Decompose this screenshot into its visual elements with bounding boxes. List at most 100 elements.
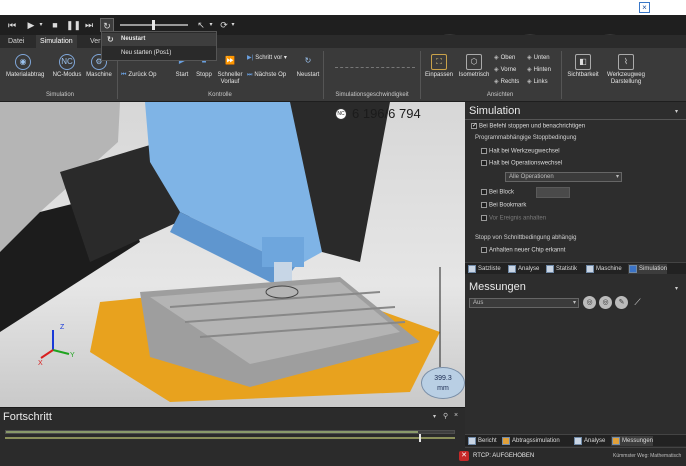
group-title-program-stop: Programmabhängige Stoppbedingung: [475, 135, 577, 141]
menu-item-restart[interactable]: ↻ Neustart: [102, 33, 216, 46]
block-checkbox[interactable]: Bei Block: [481, 189, 514, 196]
op-change-checkbox[interactable]: Halt bei Operationswechsel: [481, 160, 562, 167]
top-view-button[interactable]: ◈ Oben: [494, 54, 515, 62]
cursor-icon[interactable]: ↖: [196, 18, 206, 32]
skip-forward-icon[interactable]: ⏭: [83, 18, 95, 32]
toolpath-display-button[interactable]: ⌇ Werkzeugweg Darstellung: [604, 54, 648, 86]
back-op-button[interactable]: ⏮ Zurück Op: [121, 71, 156, 79]
panel-menu-icon[interactable]: ▾: [675, 285, 678, 292]
list-icon: [468, 265, 476, 273]
close-panel-icon[interactable]: ×: [454, 412, 458, 419]
tab-datei[interactable]: Datei: [4, 35, 28, 48]
cube-icon: ◈: [494, 55, 499, 61]
left-view-button[interactable]: ◈ Links: [527, 78, 548, 86]
statistics-icon: [546, 265, 554, 273]
visibility-button[interactable]: ◧ Sichtbarkeit: [563, 54, 603, 79]
cube-icon: ◈: [527, 79, 532, 85]
menu-item-restart-pos1[interactable]: Neu starten (Pos1): [102, 47, 216, 60]
material-removal-button[interactable]: ◉ Materialabtrag: [6, 54, 44, 79]
step-forward-icon: ▶|: [247, 55, 254, 61]
skip-back-icon[interactable]: ⏮: [6, 18, 18, 32]
tab-analyse-2[interactable]: Analyse: [573, 436, 605, 446]
restart-icon[interactable]: ↻: [100, 18, 114, 32]
group-separator: [420, 51, 421, 99]
axis-x-label: X: [38, 360, 43, 367]
visibility-icon: ◧: [575, 54, 591, 70]
restart-icon: ↻: [304, 56, 312, 65]
bottom-view-button[interactable]: ◈ Unten: [527, 54, 550, 62]
progress-marker[interactable]: [419, 434, 421, 442]
tab-bericht[interactable]: Bericht: [467, 436, 497, 446]
nc-mode-button[interactable]: NC NC-Modus: [50, 54, 84, 79]
play-dropdown-icon[interactable]: ▾: [38, 18, 44, 32]
close-icon[interactable]: ×: [639, 2, 650, 13]
bookmark-checkbox[interactable]: Bei Bookmark: [481, 202, 526, 209]
measure-point-icon[interactable]: ◎: [583, 296, 596, 309]
progress-track: [5, 430, 455, 434]
restart-dropdown-menu: ↻ Neustart Neu starten (Pos1): [101, 31, 217, 61]
pause-icon[interactable]: ❚❚: [66, 18, 81, 32]
refresh-icon[interactable]: ⟳: [219, 18, 229, 32]
tab-simulation[interactable]: Simulation: [36, 35, 77, 48]
group-label-simulation: Simulation: [45, 92, 74, 98]
cube-icon: ◈: [494, 67, 499, 73]
tab-maschine[interactable]: Maschine: [585, 264, 622, 274]
tab-abtragssimulation[interactable]: Abtragssimulation: [501, 436, 560, 446]
cube-icon: ◈: [494, 79, 499, 85]
cursor-dropdown-icon[interactable]: ▾: [208, 18, 214, 32]
tab-analyse[interactable]: Analyse: [507, 264, 539, 274]
event-checkbox[interactable]: Vor Ereignis anhalten: [481, 215, 546, 222]
panel-menu-icon[interactable]: ▾: [433, 413, 436, 420]
right-panel: Simulation ▾ ✓ Bei Befehl stoppen und ben…: [465, 102, 686, 466]
pin-icon[interactable]: ⚲: [443, 412, 448, 420]
group-label-kontrolle: Kontrolle: [208, 92, 232, 98]
tool-change-checkbox[interactable]: Halt bei Werkzeugwechsel: [481, 148, 560, 155]
measurement-mode-select[interactable]: Aus ▾: [469, 298, 579, 308]
analysis-icon: [574, 437, 582, 445]
fast-forward-button[interactable]: ⏩ Schneller Vorlauf: [215, 54, 245, 86]
speed-ribbon-slider[interactable]: [335, 62, 415, 68]
skip-back-icon: ⏮: [121, 72, 127, 78]
operations-select[interactable]: Alle Operationen ▾: [505, 172, 622, 182]
play-icon[interactable]: ▶: [26, 18, 36, 32]
tool-holder: [274, 262, 292, 282]
tab-messungen[interactable]: Messungen: [611, 436, 654, 446]
block-number-input[interactable]: [536, 187, 570, 198]
distance-measurement-label: 399.3 mm: [421, 367, 465, 399]
new-chip-checkbox[interactable]: Anhalten neuer Chip erkannt: [481, 247, 565, 254]
ruler-icon: [612, 437, 620, 445]
analysis-icon: [508, 265, 516, 273]
next-op-button[interactable]: ⏭ Nächste Op: [247, 71, 286, 79]
chevron-down-icon: ▾: [615, 174, 619, 180]
group-label-speed: Simulationsgeschwindigkeit: [335, 92, 409, 98]
fast-forward-icon: ⏩: [225, 56, 235, 65]
restart-button[interactable]: ↻ Neustart: [295, 54, 321, 79]
measure-distance-icon[interactable]: ◎: [599, 296, 612, 309]
cube-icon: ◈: [527, 67, 532, 73]
group-separator: [561, 51, 562, 99]
cube-icon: ⬡: [466, 54, 482, 70]
tab-satzliste[interactable]: Satzliste: [467, 264, 501, 274]
fit-view-button[interactable]: ⛶ Einpassen: [424, 54, 454, 79]
progress-panel-title: Fortschritt: [3, 411, 52, 423]
qat-more-icon[interactable]: ▾: [230, 18, 236, 32]
tab-simulation-panel[interactable]: Simulation: [628, 264, 668, 274]
measure-angle-icon[interactable]: ⟋: [631, 296, 644, 309]
3d-viewport[interactable]: NC 6 196/6 794 399.3 mm Z Y X: [0, 102, 465, 407]
tab-statistik[interactable]: Statistik: [545, 264, 577, 274]
error-icon: ✕: [459, 451, 469, 461]
panel-menu-icon[interactable]: ▾: [675, 108, 678, 115]
front-view-button[interactable]: ◈ Vorne: [494, 66, 516, 74]
stop-notify-checkbox[interactable]: ✓ Bei Befehl stoppen und benachrichtigen: [471, 123, 585, 130]
stop-icon[interactable]: ■: [50, 18, 60, 32]
machine-icon: [586, 265, 594, 273]
measure-tool-icon[interactable]: ✎: [615, 296, 628, 309]
right-view-button[interactable]: ◈ Rechts: [494, 78, 519, 86]
speed-slider-thumb[interactable]: [152, 20, 155, 30]
axis-y-label: Y: [70, 352, 75, 359]
back-view-button[interactable]: ◈ Hinten: [527, 66, 551, 74]
play-icon: [629, 265, 637, 273]
isometric-view-button[interactable]: ⬡ Isometrisch: [456, 54, 492, 79]
simulation-panel-tabs: Satzliste Analyse Statistik Maschine Sim…: [465, 262, 686, 274]
step-forward-button[interactable]: ▶| Schritt vor ▾: [247, 54, 287, 62]
